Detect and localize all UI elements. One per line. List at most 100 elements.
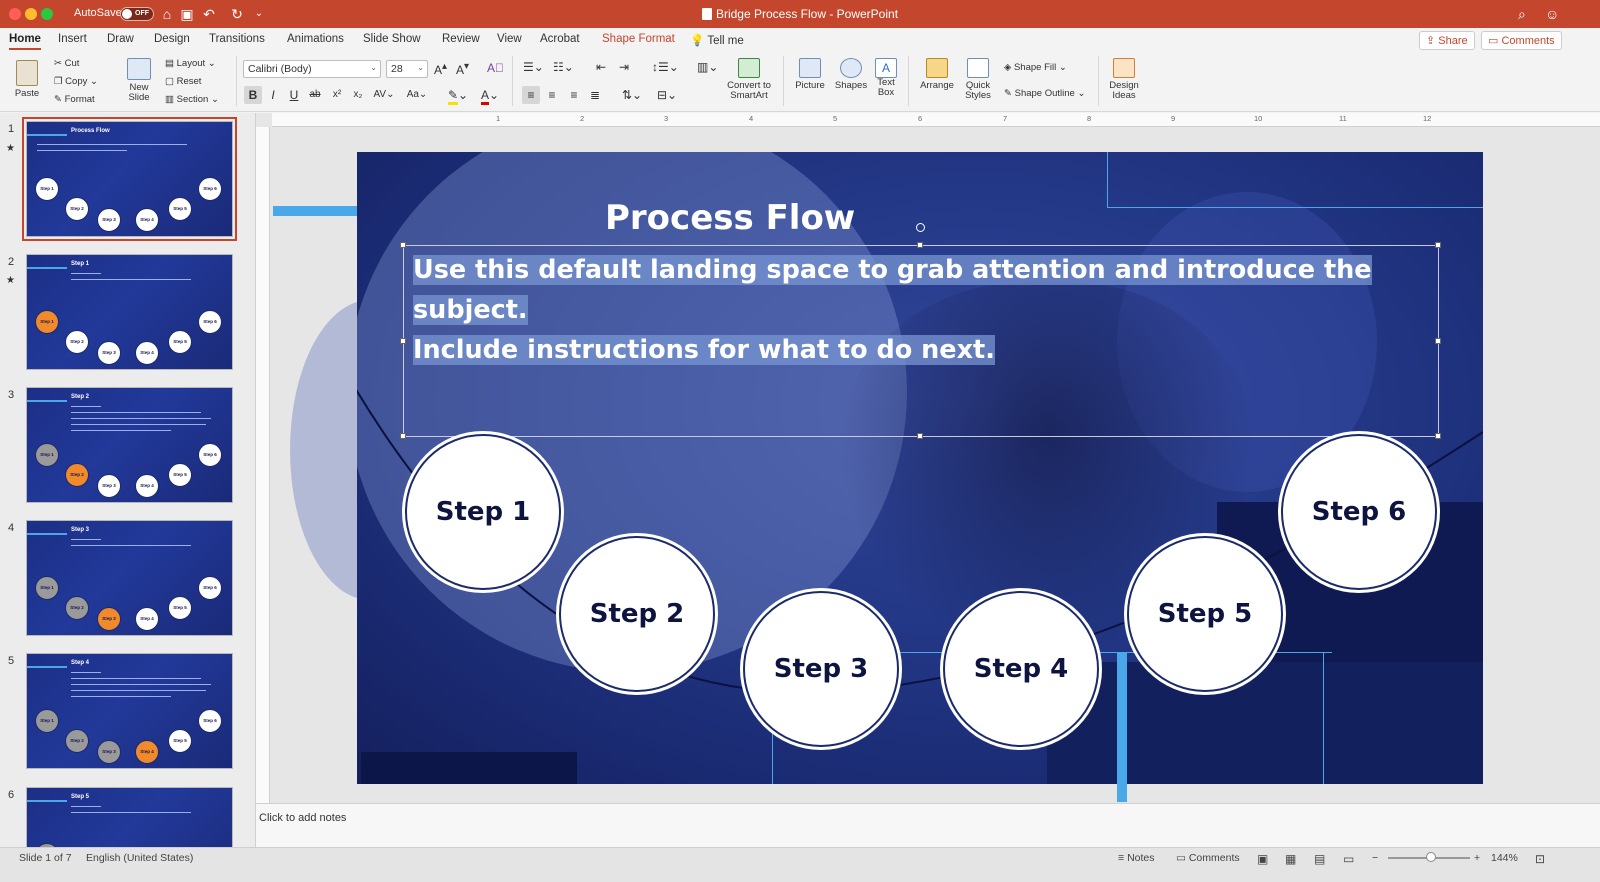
share-button[interactable]: ⇪ Share	[1419, 31, 1475, 50]
tab-draw[interactable]: Draw	[107, 33, 134, 45]
tab-insert[interactable]: Insert	[58, 33, 87, 45]
thumb-text-line	[71, 418, 211, 419]
align-center-icon[interactable]: ≡	[543, 86, 561, 104]
step-6-circle[interactable]: Step 6	[1281, 434, 1437, 590]
step-4-circle[interactable]: Step 4	[943, 591, 1099, 747]
character-spacing-icon[interactable]: AV⌄	[372, 86, 396, 104]
shapes-button[interactable]: Shapes	[831, 58, 871, 91]
slide-thumbnail-2[interactable]: Step 1 Step 1 Step 2 Step 3 Step 4 Step …	[26, 254, 233, 370]
step-1-circle[interactable]: Step 1	[405, 434, 561, 590]
thumb-step-circle: Step 3	[97, 740, 121, 764]
tab-acrobat[interactable]: Acrobat	[540, 33, 580, 45]
zoom-in-icon[interactable]: +	[1474, 852, 1480, 864]
tab-home[interactable]: Home	[9, 33, 41, 50]
bullets-icon[interactable]: ☰⌄	[523, 60, 544, 74]
tab-review[interactable]: Review	[442, 33, 480, 45]
font-name-field[interactable]: Calibri (Body) ⌄	[243, 60, 381, 78]
selected-body-text[interactable]: Use this default landing space to grab a…	[413, 250, 1433, 370]
reading-view-icon[interactable]: ▤	[1314, 852, 1325, 866]
slideshow-icon[interactable]: ▭	[1343, 852, 1354, 866]
text-box-button[interactable]: A Text Box	[871, 58, 901, 98]
resize-handle[interactable]	[400, 338, 406, 344]
font-color-icon[interactable]: A⌄	[478, 86, 502, 105]
font-size-field[interactable]: 28 ⌄	[386, 60, 428, 78]
tab-animations[interactable]: Animations	[287, 33, 344, 45]
clear-formatting-icon[interactable]: A⃠	[487, 61, 504, 75]
increase-font-size-icon[interactable]: A▴	[434, 61, 447, 77]
design-ideas-button[interactable]: Design Ideas	[1104, 58, 1144, 101]
convert-to-smartart-button[interactable]: Convert to SmartArt	[723, 58, 775, 101]
decrease-indent-icon[interactable]: ⇤	[596, 60, 606, 74]
underline-button[interactable]: U	[285, 86, 303, 104]
increase-indent-icon[interactable]: ⇥	[619, 60, 629, 74]
notes-toggle[interactable]: ≡ Notes	[1118, 852, 1155, 864]
shape-fill-button[interactable]: ◈ Shape Fill ⌄	[1004, 62, 1067, 73]
notes-placeholder[interactable]: Click to add notes	[259, 812, 346, 824]
arrange-button[interactable]: Arrange	[916, 58, 958, 91]
step-5-circle[interactable]: Step 5	[1127, 536, 1283, 692]
resize-handle[interactable]	[1435, 338, 1441, 344]
change-case-icon[interactable]: Aa⌄	[404, 86, 430, 104]
line-spacing-icon[interactable]: ↕☰⌄	[652, 60, 679, 74]
zoom-out-icon[interactable]: −	[1372, 852, 1378, 864]
copy-button[interactable]: ❐ Copy ⌄	[54, 76, 98, 87]
slide-thumbnail-5[interactable]: Step 4 Step 1 Step 2 Step 3 Step 4 Step …	[26, 653, 233, 769]
slide-thumbnail-3[interactable]: Step 2 Step 1 Step 2 Step 3 Step 4 Step …	[26, 387, 233, 503]
search-icon[interactable]: ⌕	[1518, 6, 1526, 23]
resize-handle[interactable]	[917, 433, 923, 439]
notes-pane[interactable]: Click to add notes	[256, 803, 1600, 847]
layout-button[interactable]: ▤ Layout ⌄	[165, 58, 216, 69]
columns-icon[interactable]: ▥⌄	[697, 60, 718, 74]
tab-transitions[interactable]: Transitions	[209, 33, 265, 45]
align-left-icon[interactable]: ≡	[522, 86, 540, 104]
step-2-circle[interactable]: Step 2	[559, 536, 715, 692]
reset-button[interactable]: ▢ Reset	[165, 76, 201, 87]
slide-thumbnail-1[interactable]: Process Flow Step 1 Step 2 Step 3 Step 4…	[22, 117, 237, 241]
quick-styles-button[interactable]: Quick Styles	[958, 58, 998, 101]
slide-sorter-icon[interactable]: ▦	[1285, 852, 1296, 866]
align-text-icon[interactable]: ⊟⌄	[652, 86, 682, 104]
strikethrough-button[interactable]: ab	[306, 86, 324, 104]
align-right-icon[interactable]: ≡	[565, 86, 583, 104]
comments-toggle[interactable]: ▭ Comments	[1176, 852, 1240, 864]
resize-handle[interactable]	[1435, 242, 1441, 248]
comments-button[interactable]: ▭ Comments	[1481, 31, 1562, 50]
bold-button[interactable]: B	[244, 86, 262, 104]
fit-to-window-icon[interactable]: ⊡	[1535, 852, 1545, 866]
resize-handle[interactable]	[1435, 433, 1441, 439]
picture-button[interactable]: Picture	[789, 58, 831, 91]
new-slide-button[interactable]: New Slide	[122, 58, 156, 103]
text-direction-icon[interactable]: ⇅⌄	[620, 86, 644, 104]
numbering-icon[interactable]: ☷⌄	[553, 60, 574, 74]
cut-button[interactable]: ✂ Cut	[54, 58, 79, 69]
highlight-color-icon[interactable]: ✎⌄	[446, 86, 470, 105]
rotate-handle[interactable]	[916, 223, 925, 232]
account-icon[interactable]: ☺	[1545, 6, 1559, 22]
slide-title[interactable]: Process Flow	[605, 198, 855, 238]
superscript-button[interactable]: x²	[328, 86, 346, 104]
slide-thumbnail-4[interactable]: Step 3 Step 1 Step 2 Step 3 Step 4 Step …	[26, 520, 233, 636]
zoom-level[interactable]: 144%	[1491, 852, 1518, 864]
tab-design[interactable]: Design	[154, 33, 190, 45]
justify-icon[interactable]: ≣	[586, 86, 604, 104]
tab-slide-show[interactable]: Slide Show	[363, 33, 421, 45]
normal-view-icon[interactable]: ▣	[1257, 852, 1268, 866]
format-label: Format	[64, 94, 95, 105]
section-button[interactable]: ▥ Section ⌄	[165, 94, 219, 105]
decrease-font-size-icon[interactable]: A▾	[456, 61, 469, 77]
step-3-circle[interactable]: Step 3	[743, 591, 899, 747]
subscript-button[interactable]: x₂	[349, 86, 367, 104]
italic-button[interactable]: I	[264, 86, 282, 104]
format-painter-button[interactable]: ✎ Format	[54, 94, 95, 105]
language-indicator[interactable]: English (United States)	[86, 852, 193, 864]
paste-button[interactable]: Paste	[10, 60, 44, 99]
tab-view[interactable]: View	[497, 33, 522, 45]
resize-handle[interactable]	[400, 242, 406, 248]
zoom-slider-handle[interactable]	[1426, 852, 1436, 862]
slide-canvas[interactable]: Process Flow Use this default landing sp…	[357, 152, 1483, 784]
resize-handle[interactable]	[400, 433, 406, 439]
resize-handle[interactable]	[917, 242, 923, 248]
tab-shape-format[interactable]: Shape Format	[602, 33, 675, 45]
shape-outline-button[interactable]: ✎ Shape Outline ⌄	[1004, 88, 1085, 99]
tell-me-search[interactable]: 💡 Tell me	[690, 33, 744, 47]
